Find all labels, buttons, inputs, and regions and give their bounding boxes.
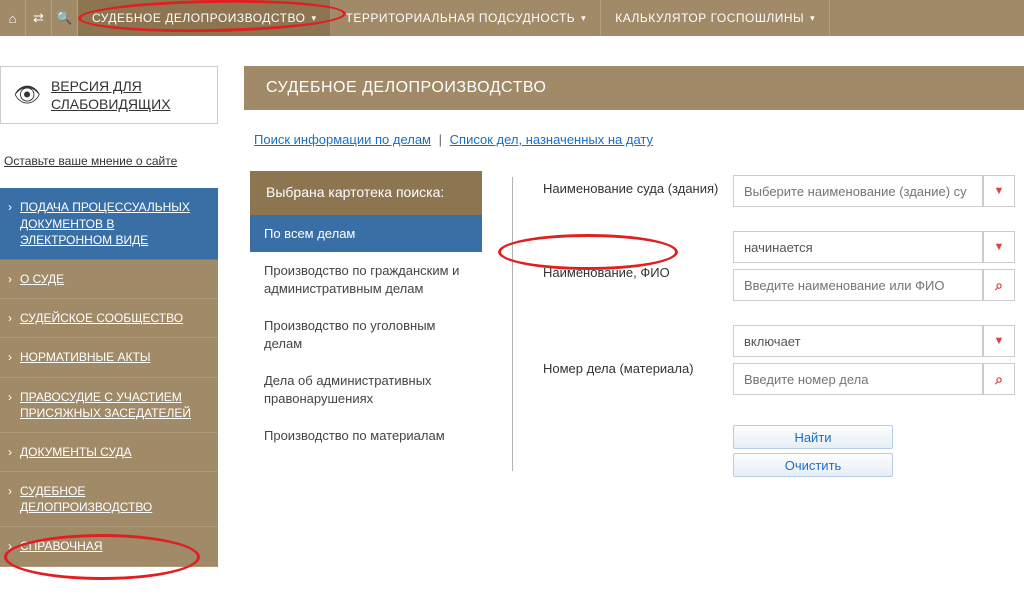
sidebar-item-proceedings[interactable]: СУДЕБНОЕ ДЕЛОПРОИЗВОДСТВО	[0, 472, 218, 527]
card-item-materials[interactable]: Производство по материалам	[250, 417, 482, 455]
label-court: Наименование суда (здания)	[543, 181, 733, 215]
topbar-item-calculator[interactable]: КАЛЬКУЛЯТОР ГОСПОШЛИНЫ ▾	[601, 0, 830, 36]
court-select[interactable]: ▼	[733, 175, 1015, 207]
sidebar-item-label[interactable]: НОРМАТИВНЫЕ АКТЫ	[0, 338, 218, 376]
name-input[interactable]	[733, 269, 983, 301]
dropdown-toggle[interactable]: ▼	[983, 231, 1015, 263]
sitemap-icon[interactable]: ⇄	[26, 0, 52, 36]
name-mode-value[interactable]	[733, 231, 983, 263]
sidebar-item-about-court[interactable]: О СУДЕ	[0, 260, 218, 299]
divider	[512, 177, 513, 471]
case-input-wrap: ⌕	[733, 363, 1015, 395]
topbar-item-label: ТЕРРИТОРИАЛЬНАЯ ПОДСУДНОСТЬ	[345, 11, 575, 25]
search-addon[interactable]: ⌕	[983, 363, 1015, 395]
sidebar-nav: ПОДАЧА ПРОЦЕССУАЛЬНЫХ ДОКУМЕНТОВ В ЭЛЕКТ…	[0, 188, 218, 566]
sidebar-item-label[interactable]: СПРАВОЧНАЯ	[0, 527, 218, 565]
sidebar-item-label[interactable]: ПРАВОСУДИЕ С УЧАСТИЕМ ПРИСЯЖНЫХ ЗАСЕДАТЕ…	[0, 378, 218, 432]
sidebar-item-acts[interactable]: НОРМАТИВНЫЕ АКТЫ	[0, 338, 218, 377]
topbar-item-label: СУДЕБНОЕ ДЕЛОПРОИЗВОДСТВО	[92, 11, 305, 25]
feedback-link[interactable]: Оставьте ваше мнение о сайте	[0, 154, 218, 168]
sublinks: Поиск информации по делам | Список дел, …	[244, 132, 1024, 147]
sidebar-item-label[interactable]: ПОДАЧА ПРОЦЕССУАЛЬНЫХ ДОКУМЕНТОВ В ЭЛЕКТ…	[0, 188, 218, 259]
dropdown-toggle[interactable]: ▼	[983, 325, 1015, 357]
find-button[interactable]: Найти	[733, 425, 893, 449]
triangle-down-icon: ▼	[994, 185, 1005, 197]
search-addon[interactable]: ⌕	[983, 269, 1015, 301]
card-item-civil[interactable]: Производство по гражданским и администра…	[250, 252, 482, 307]
separator: |	[439, 132, 442, 147]
sidebar-item-label[interactable]: СУДЕБНОЕ ДЕЛОПРОИЗВОДСТВО	[0, 472, 218, 526]
sublink-search[interactable]: Поиск информации по делам	[254, 132, 431, 147]
sidebar-item-label[interactable]: О СУДЕ	[0, 260, 218, 298]
sublink-list[interactable]: Список дел, назначенных на дату	[450, 132, 653, 147]
label-name: Наименование, ФИО	[543, 265, 733, 299]
card-header: Выбрана картотека поиска:	[250, 171, 482, 215]
sidebar-item-reference[interactable]: СПРАВОЧНАЯ	[0, 527, 218, 566]
sidebar-item-label[interactable]: ДОКУМЕНТЫ СУДА	[0, 433, 218, 471]
triangle-down-icon: ▼	[994, 241, 1005, 253]
label-caseno: Номер дела (материала)	[543, 361, 733, 395]
chevron-down-icon: ▾	[581, 13, 586, 24]
name-mode-select[interactable]: ▼	[733, 231, 1015, 263]
name-input-wrap: ⌕	[733, 269, 1015, 301]
clear-button[interactable]: Очистить	[733, 453, 893, 477]
chevron-down-icon: ▾	[311, 13, 316, 24]
sidebar-item-judicial-community[interactable]: СУДЕЙСКОЕ СООБЩЕСТВО	[0, 299, 218, 338]
accessibility-label[interactable]: ВЕРСИЯ ДЛЯ СЛАБОВИДЯЩИХ	[51, 77, 205, 113]
page-title: СУДЕБНОЕ ДЕЛОПРОИЗВОДСТВО	[244, 66, 1024, 110]
home-icon[interactable]: ⌂	[0, 0, 26, 36]
triangle-down-icon: ▼	[994, 335, 1005, 347]
chevron-down-icon: ▾	[810, 13, 815, 24]
sidebar-item-submit-docs[interactable]: ПОДАЧА ПРОЦЕССУАЛЬНЫХ ДОКУМЕНТОВ В ЭЛЕКТ…	[0, 188, 218, 260]
accessibility-link[interactable]: 👁 ВЕРСИЯ ДЛЯ СЛАБОВИДЯЩИХ	[0, 66, 218, 124]
search-icon: ⌕	[995, 277, 1003, 294]
topbar-item-label: КАЛЬКУЛЯТОР ГОСПОШЛИНЫ	[615, 11, 804, 25]
card-item-all[interactable]: По всем делам	[250, 215, 482, 253]
search-icon: ⌕	[995, 371, 1003, 388]
sidebar-item-label[interactable]: СУДЕЙСКОЕ СООБЩЕСТВО	[0, 299, 218, 337]
card-index: Выбрана картотека поиска: По всем делам …	[250, 171, 482, 477]
topbar-item-proceedings[interactable]: СУДЕБНОЕ ДЕЛОПРОИЗВОДСТВО ▾	[78, 0, 331, 36]
dropdown-toggle[interactable]: ▼	[983, 175, 1015, 207]
case-mode-select[interactable]: ▼	[733, 325, 1015, 357]
sidebar-item-court-docs[interactable]: ДОКУМЕНТЫ СУДА	[0, 433, 218, 472]
card-item-admin-offense[interactable]: Дела об административных правонарушениях	[250, 362, 482, 417]
case-mode-value[interactable]	[733, 325, 983, 357]
case-input[interactable]	[733, 363, 983, 395]
topbar-item-jurisdiction[interactable]: ТЕРРИТОРИАЛЬНАЯ ПОДСУДНОСТЬ ▾	[331, 0, 601, 36]
card-item-criminal[interactable]: Производство по уголовным делам	[250, 307, 482, 362]
search-icon[interactable]: 🔍	[52, 0, 78, 36]
court-select-value[interactable]	[733, 175, 983, 207]
eye-icon: 👁	[13, 82, 41, 108]
sidebar-item-jury[interactable]: ПРАВОСУДИЕ С УЧАСТИЕМ ПРИСЯЖНЫХ ЗАСЕДАТЕ…	[0, 378, 218, 433]
topbar: ⌂ ⇄ 🔍 СУДЕБНОЕ ДЕЛОПРОИЗВОДСТВО ▾ ТЕРРИТ…	[0, 0, 1024, 36]
